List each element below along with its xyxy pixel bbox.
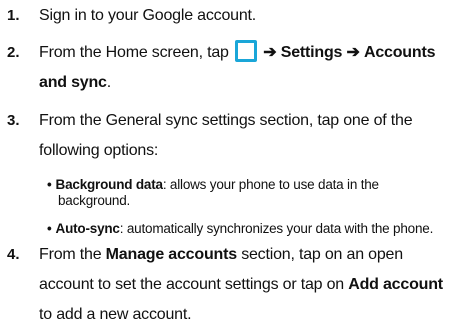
option-background-data: • Background data: allows your phone to u… (47, 177, 467, 209)
step-text-line: account to set the account settings or t… (39, 276, 344, 293)
arrow-icon: ➔ (263, 44, 277, 61)
step-number: 3. (7, 112, 20, 129)
step-number: 2. (7, 44, 20, 61)
manage-accounts-label: Manage accounts (105, 246, 237, 263)
step-number: 4. (7, 246, 20, 263)
add-account-label: Add account (348, 276, 443, 293)
step-text-line: following options: (39, 142, 159, 159)
step-text-line: to add a new account. (39, 306, 192, 323)
step-text-line: From the General sync settings section, … (39, 112, 413, 129)
apps-grid-icon (235, 40, 257, 63)
option-desc: : automatically synchronizes your data w… (119, 221, 434, 236)
option-desc: : allows your phone to use data in the (162, 177, 379, 192)
period: . (106, 74, 112, 91)
option-desc-continued: background. (58, 193, 131, 208)
step-text: From the General sync settings section, … (39, 106, 464, 166)
accounts-label-continued: and sync (39, 74, 107, 91)
bullet-icon: • (47, 177, 52, 192)
step-text-line: section, tap on an open (241, 246, 403, 263)
step-text: From the Home screen, tap ➔ Settings ➔ A… (39, 38, 464, 98)
option-term: Background data (55, 177, 163, 192)
option-auto-sync: • Auto-sync: automatically synchronizes y… (47, 221, 467, 237)
step-text: From the Manage accounts section, tap on… (39, 240, 464, 330)
option-term: Auto-sync (55, 221, 120, 236)
settings-label: Settings (280, 44, 343, 61)
step-text-start: From the (39, 246, 102, 263)
instructions-page: 1. Sign in to your Google account. 2. Fr… (0, 0, 467, 333)
step-text: Sign in to your Google account. (39, 7, 257, 24)
step-text-start: From the Home screen, tap (39, 44, 229, 61)
accounts-label: Accounts (363, 44, 436, 61)
step-number: 1. (7, 7, 20, 24)
bullet-icon: • (47, 221, 52, 236)
arrow-icon: ➔ (346, 44, 360, 61)
